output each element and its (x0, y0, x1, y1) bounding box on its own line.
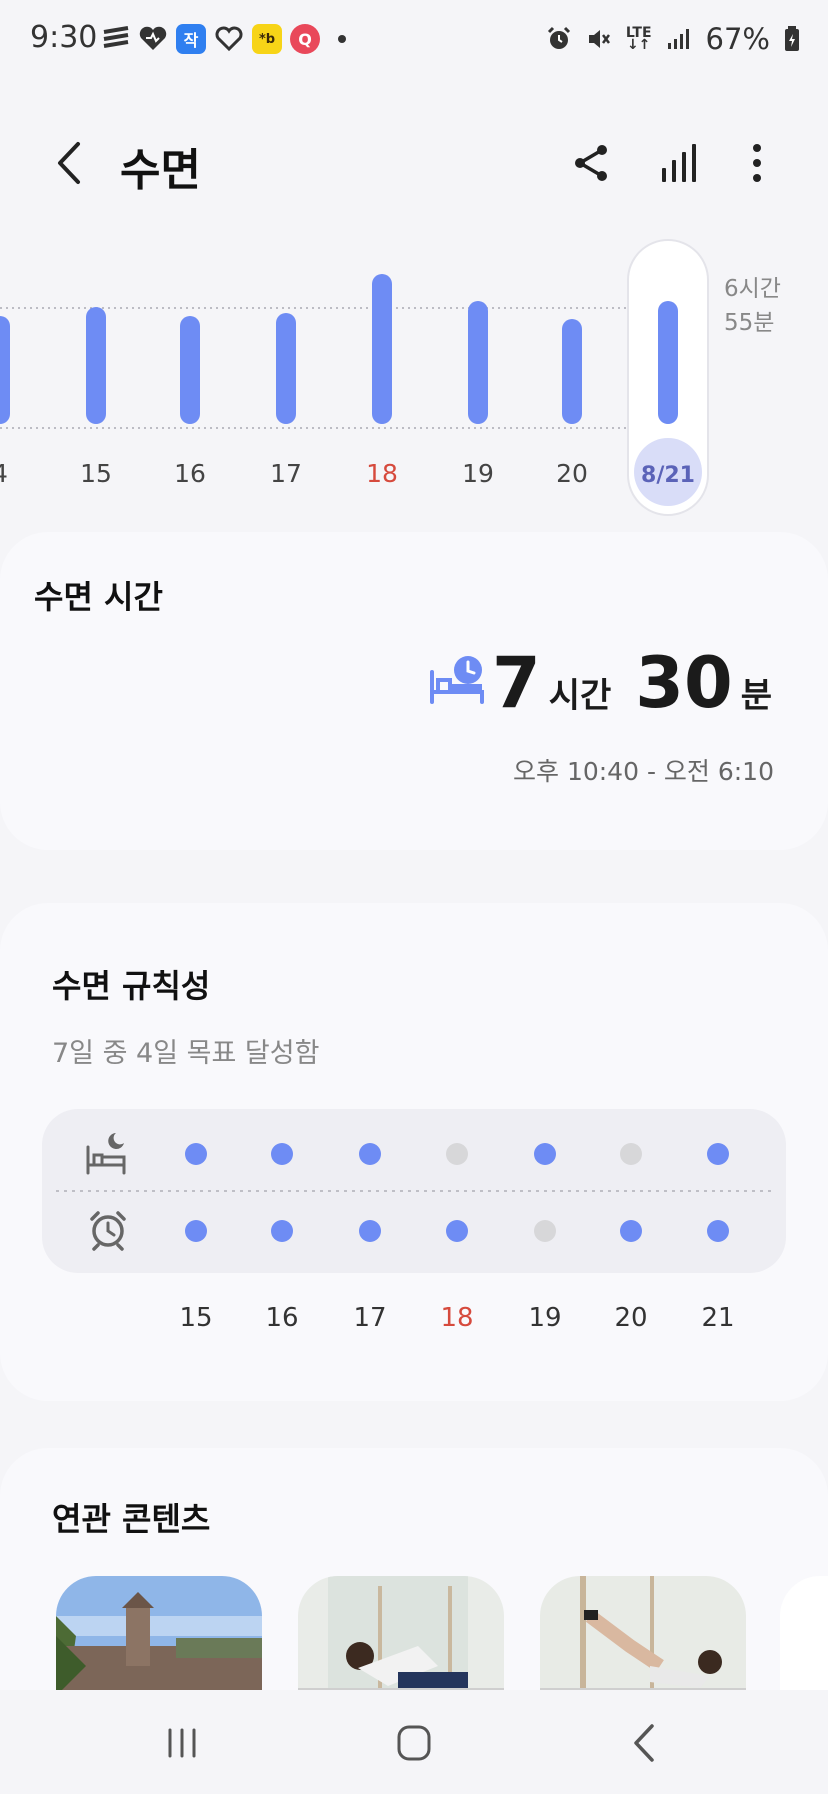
system-status: LTE ↓↑ 67% (546, 22, 800, 56)
sleep-time-title: 수면 시간 (34, 578, 163, 616)
heart-outline-icon (215, 26, 243, 52)
flow-icon (103, 26, 129, 48)
alarm-icon (547, 26, 570, 49)
sleep-bar[interactable] (180, 316, 200, 424)
share-icon[interactable] (568, 138, 618, 188)
chart-date-label: 15 (80, 459, 112, 488)
recents-button[interactable] (152, 1718, 212, 1768)
chart-date-label: 19 (462, 459, 494, 488)
regularity-day-label: 17 (353, 1303, 387, 1333)
more-icon[interactable] (732, 138, 782, 188)
battery-percent: 67% (705, 22, 770, 56)
regularity-dots (56, 1133, 772, 1251)
sleep-bar-chart[interactable]: 4 15 16 17 18 19 20 8/21 6시간 55분 (0, 232, 828, 522)
nav-back-button[interactable] (616, 1718, 676, 1768)
sleep-time-range: 오후 10:40 - 오전 6:10 (513, 757, 774, 786)
sleep-bar[interactable] (468, 301, 488, 424)
duration-minutes-unit: 분 (740, 676, 772, 716)
bedtime-dot (534, 1143, 556, 1165)
bedtime-dot (707, 1143, 729, 1165)
wakeup-dot (359, 1220, 381, 1242)
sleep-bar[interactable] (86, 307, 106, 424)
regularity-day-label: 16 (265, 1303, 299, 1333)
bed-moon-icon (86, 1133, 126, 1175)
goal-label-minutes: 55분 (724, 310, 774, 336)
wakeup-dot (271, 1220, 293, 1242)
page-title: 수면 (120, 145, 201, 196)
app-header: 수면 (0, 120, 828, 210)
chart-date-label: 17 (270, 459, 302, 488)
lte-label: LTE (625, 25, 652, 41)
sleep-bar[interactable] (372, 274, 392, 424)
app-jak-label: 작 (183, 31, 199, 50)
chart-date-label: 18 (366, 459, 398, 488)
duration-hours: 7 (492, 642, 541, 724)
chart-date-label: 4 (0, 459, 8, 488)
regularity-title: 수면 규칙성 (52, 967, 211, 1005)
wakeup-dot (534, 1220, 556, 1242)
home-button[interactable] (384, 1718, 444, 1768)
bedtime-dot (446, 1143, 468, 1165)
app-q-label: Q (298, 29, 312, 49)
related-title: 연관 콘텐츠 (52, 1500, 211, 1538)
system-nav-bar (0, 1690, 828, 1794)
bedtime-dot (359, 1143, 381, 1165)
chart-icon[interactable] (656, 138, 706, 188)
sleep-bar[interactable] (276, 313, 296, 424)
goal-label-hours: 6시간 (724, 276, 781, 302)
regularity-panel (42, 1109, 786, 1273)
regularity-day-label: 15 (179, 1303, 213, 1333)
regularity-day-labels: 15 16 17 18 19 20 21 (0, 1303, 828, 1343)
app-q-icon: Q (290, 24, 320, 54)
chart-date-label: 8/21 (641, 463, 695, 488)
wakeup-dot (620, 1220, 642, 1242)
signal-icon (667, 29, 689, 49)
regularity-day-label: 21 (701, 1303, 735, 1333)
bed-clock-icon (430, 656, 484, 704)
chart-date-label: 16 (174, 459, 206, 488)
mute-icon (588, 30, 610, 48)
back-arrow-icon[interactable] (48, 138, 88, 188)
battery-icon (785, 26, 799, 51)
wakeup-dot (185, 1220, 207, 1242)
sleep-bar[interactable] (562, 319, 582, 424)
regularity-day-label: 20 (614, 1303, 648, 1333)
bedtime-dot (620, 1143, 642, 1165)
app-kakao-icon: *b (252, 24, 282, 54)
wakeup-dot (446, 1220, 468, 1242)
wakeup-dot (707, 1220, 729, 1242)
sleep-regularity-card[interactable]: 수면 규칙성 7일 중 4일 목표 달성함 15 16 17 18 19 20 21 (0, 903, 828, 1401)
lte-icon: LTE ↓↑ (625, 25, 652, 53)
app-jak-icon: 작 (176, 24, 206, 54)
notification-icons: 작 *b Q (102, 24, 346, 54)
alarm-clock-icon (90, 1211, 126, 1251)
status-bar: 9:30 작 *b Q LTE ↓↑ 67% (0, 0, 828, 80)
bedtime-dot (185, 1143, 207, 1165)
dot-icon (338, 35, 346, 43)
sleep-bar[interactable] (0, 316, 10, 424)
heart-icon (139, 26, 167, 50)
regularity-day-label: 18 (440, 1303, 474, 1333)
duration-minutes: 30 (635, 642, 733, 724)
sleep-duration: 7 시간 30 분 (492, 642, 772, 724)
chart-date-label: 20 (556, 459, 588, 488)
sleep-time-card[interactable]: 수면 시간 7 시간 30 분 오후 10:40 - 오전 6:10 (0, 532, 828, 850)
sleep-bar[interactable] (658, 301, 678, 424)
duration-hours-unit: 시간 (548, 676, 612, 716)
regularity-subtitle: 7일 중 4일 목표 달성함 (52, 1038, 320, 1069)
app-kakao-label: *b (258, 31, 276, 47)
regularity-day-label: 19 (528, 1303, 562, 1333)
bedtime-dot (271, 1143, 293, 1165)
status-time: 9:30 (30, 20, 98, 55)
